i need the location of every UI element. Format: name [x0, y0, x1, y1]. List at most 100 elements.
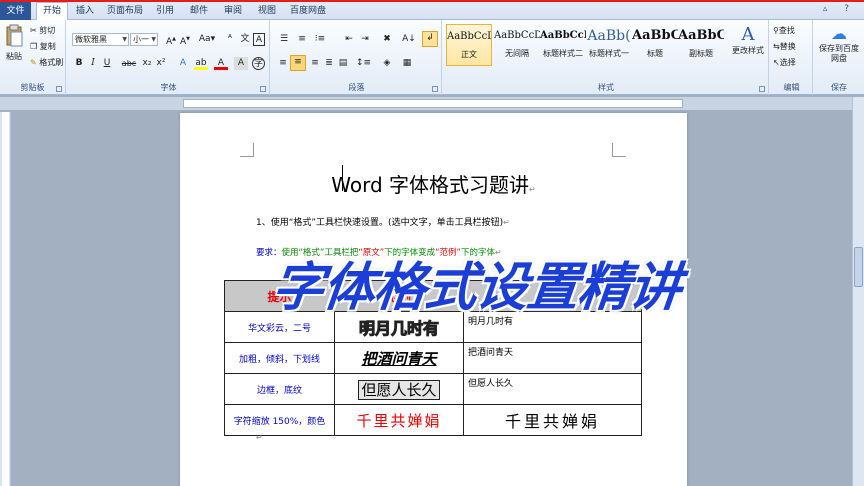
document-title[interactable]: Word 字体格式习题讲↵ [180, 169, 687, 198]
decrease-indent-icon[interactable]: ⇤ [342, 33, 356, 46]
subscript-button[interactable]: x₂ [140, 57, 154, 70]
original-cell[interactable]: 把酒问青天 [463, 342, 642, 374]
phonetic-guide-icon[interactable]: 文 [238, 33, 252, 46]
group-label-styles: 样式 [598, 83, 614, 92]
group-save: ☁ 保存到百度网盘 保存 [814, 20, 864, 95]
group-paragraph: ☰ ≡ ⁝≡ ⇤ ⇥ ✖ A↓ ↲ ≡ ≡ ≡ ≣ ▤ ↕≡ ◈ ▦ 段落 [272, 20, 442, 95]
font-name-combo[interactable]: 微软雅黑 ▼ [72, 33, 129, 46]
sample-cell[interactable]: 把酒问青天 [334, 342, 464, 374]
show-marks-icon[interactable]: ↲ [422, 31, 438, 47]
italic-button[interactable]: I [86, 57, 100, 70]
style-normal[interactable]: AaBbCcDd正文 [446, 24, 492, 66]
hint-cell[interactable]: 字符缩放 150%，颜色 [224, 404, 335, 436]
distribute-icon[interactable]: ▤ [336, 57, 350, 70]
align-left-icon[interactable]: ≡ [276, 57, 290, 70]
sample-cell[interactable]: 但愿人长久 [334, 373, 464, 405]
styles-launcher-icon[interactable] [759, 86, 765, 92]
highlight-icon[interactable]: ab [194, 57, 208, 70]
superscript-button[interactable]: x² [154, 57, 168, 70]
style-heading-2[interactable]: AaBbCcD标题样式二 [540, 24, 586, 66]
select-arrow-icon: ↖ [773, 58, 780, 67]
hint-cell[interactable]: 加粗，倾斜，下划线 [224, 342, 335, 374]
sort-icon[interactable]: A↓ [402, 33, 416, 46]
font-size-combo[interactable]: 小一 ▼ [130, 33, 158, 46]
vertical-ruler[interactable] [0, 112, 11, 486]
hint-cell[interactable]: 边框，底纹 [224, 373, 335, 405]
align-center-icon[interactable]: ≡ [290, 55, 306, 71]
save-to-baidu-button[interactable]: ☁ 保存到百度网盘 [816, 24, 862, 64]
tab-mailings[interactable]: 邮件 [184, 3, 214, 20]
numbering-icon[interactable]: ≡ [294, 33, 310, 46]
bold-button[interactable]: B [72, 57, 86, 70]
style-no-spacing[interactable]: AaBbCcDd无间隔 [494, 24, 540, 66]
char-border-icon[interactable]: A [253, 33, 265, 46]
tab-file[interactable]: 文件 [0, 2, 31, 20]
multilevel-list-icon[interactable]: ⁝≡ [312, 33, 328, 46]
instruction-line-1[interactable]: 1、使用“格式”工具栏快速设置。(选中文字，单击工具栏按钮)↵ [256, 215, 510, 228]
copy-label: 复制 [39, 42, 56, 51]
scrollbar-thumb[interactable] [854, 247, 863, 287]
enclose-char-icon[interactable]: 字 [252, 57, 265, 70]
style-subtitle[interactable]: AaBbC 副标题 [678, 24, 724, 66]
table-row: 边框，底纹 但愿人长久 但愿人长久 [224, 373, 642, 405]
clipboard-launcher-icon[interactable] [56, 86, 62, 92]
scissors-icon: ✂ [30, 26, 37, 35]
borders-icon[interactable]: ▦ [400, 57, 414, 70]
cut-button[interactable]: ✂ 剪切 [30, 25, 55, 36]
text-effects-icon[interactable]: A [176, 57, 190, 70]
copy-button[interactable]: ❐ 复制 [30, 41, 56, 52]
grow-font-icon[interactable]: A▲ [164, 33, 178, 47]
change-case-icon[interactable]: Aa▾ [198, 33, 216, 46]
paragraph-mark: ↵ [256, 433, 263, 442]
justify-icon[interactable]: ≣ [322, 57, 336, 70]
sample-cell[interactable]: 千里共婵娟 [334, 404, 464, 436]
brush-icon: ✎ [30, 58, 37, 67]
tab-view[interactable]: 视图 [252, 3, 282, 20]
bullets-icon[interactable]: ☰ [276, 33, 292, 46]
replace-button[interactable]: ⇆替换 [773, 41, 796, 52]
ribbon-minimize-help-icons[interactable]: ▵ ? [823, 4, 856, 14]
align-right-icon[interactable]: ≡ [308, 57, 322, 70]
tab-page-layout[interactable]: 页面布局 [103, 3, 147, 20]
underline-button[interactable]: U [100, 57, 114, 70]
find-button[interactable]: ⚲查找 [773, 25, 795, 36]
tab-review[interactable]: 审阅 [218, 3, 248, 20]
tab-home[interactable]: 开始 [36, 2, 68, 20]
paragraph-launcher-icon[interactable] [432, 86, 438, 92]
group-font: 微软雅黑 ▼ 小一 ▼ A▲ A▼ Aa▾ ᴬ 文 A B I U abc x₂ x… [68, 20, 270, 95]
ruler-scale [183, 99, 683, 108]
style-title[interactable]: AaBbC 标题 [632, 24, 678, 66]
vertical-ruler-scale [2, 112, 9, 486]
font-launcher-icon[interactable] [260, 86, 266, 92]
clear-format-icon[interactable]: ᴬ [223, 33, 237, 46]
text-cursor [342, 165, 343, 191]
original-cell[interactable]: 但愿人长久 [463, 373, 642, 405]
style-heading-1[interactable]: AaBb(标题样式一 [586, 24, 632, 66]
strikethrough-button[interactable]: abc [120, 57, 138, 70]
shrink-font-icon[interactable]: A▼ [178, 33, 192, 47]
select-button[interactable]: ↖选择 [773, 57, 796, 68]
paste-button[interactable]: 粘贴 [2, 24, 26, 62]
horizontal-ruler[interactable] [0, 97, 864, 110]
group-clipboard: 粘贴 ✂ 剪切 ❐ 复制 ✎ 格式刷 剪贴板 [0, 20, 66, 95]
copy-icon: ❐ [30, 42, 38, 51]
shading-icon[interactable]: ◈ [380, 57, 394, 70]
tab-insert[interactable]: 插入 [70, 3, 100, 20]
font-color-icon[interactable]: A [214, 57, 228, 70]
painter-label: 格式刷 [39, 58, 64, 67]
chevron-down-icon: ▼ [122, 36, 127, 43]
group-editing: ⚲查找 ⇆替换 ↖选择 编辑 [771, 20, 813, 95]
change-styles-icon: A [741, 24, 755, 45]
format-painter-button[interactable]: ✎ 格式刷 [30, 57, 63, 68]
vertical-scrollbar[interactable] [852, 97, 864, 486]
original-cell[interactable]: 千里共婵娟 [463, 404, 642, 436]
change-styles-button[interactable]: A 更改样式 [728, 24, 768, 56]
char-shading-icon[interactable]: A [234, 57, 248, 70]
increase-indent-icon[interactable]: ⇥ [358, 33, 372, 46]
chevron-down-icon: ▼ [151, 36, 156, 43]
line-spacing-icon[interactable]: ↕≡ [356, 57, 371, 70]
chinese-layout-icon[interactable]: ✖ [380, 33, 394, 46]
tab-baidu-netdisk[interactable]: 百度网盘 [286, 3, 330, 20]
tab-references[interactable]: 引用 [150, 3, 180, 20]
table-row: 加粗，倾斜，下划线 把酒问青天 把酒问青天 [224, 342, 642, 374]
